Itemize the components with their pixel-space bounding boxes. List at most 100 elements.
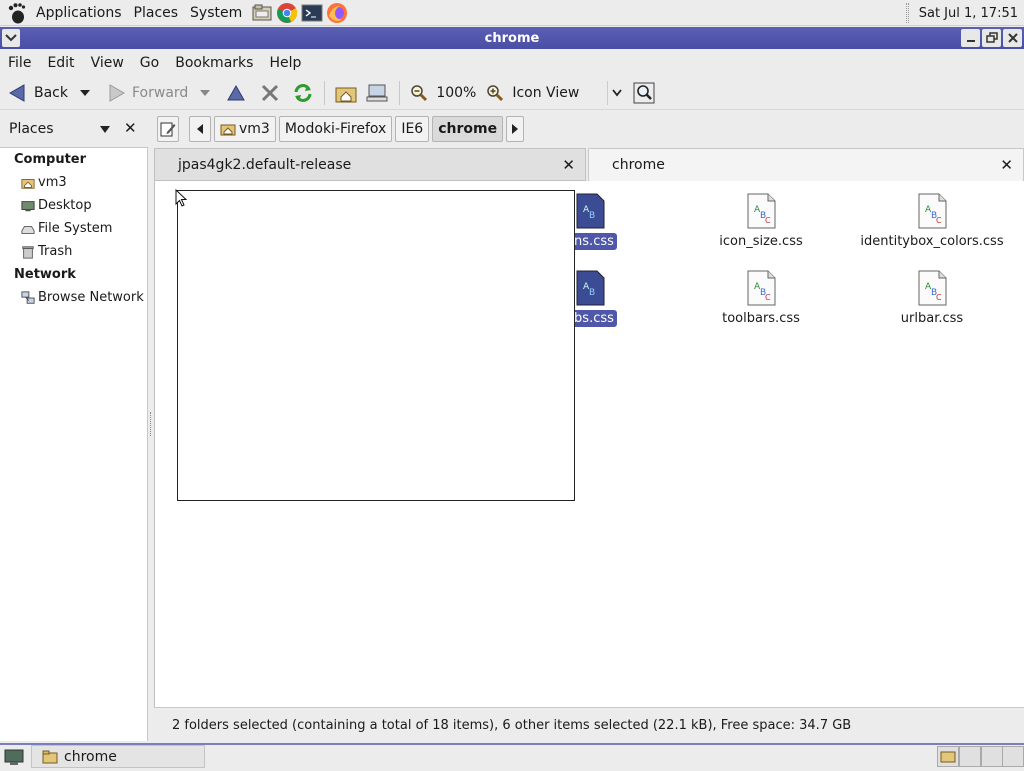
close-window-button[interactable] (1003, 29, 1022, 47)
bottom-panel: chrome (0, 743, 1024, 768)
applications-menu[interactable]: Applications (30, 0, 128, 26)
firefox-launcher-icon[interactable] (326, 2, 348, 24)
menubar: File Edit View Go Bookmarks Help (0, 50, 1024, 76)
tab-right-pane[interactable]: chrome ✕ (588, 148, 1024, 181)
breadcrumb-chrome[interactable]: chrome (432, 116, 504, 142)
file-item[interactable]: ABC toolbars.css (681, 269, 841, 327)
menu-edit[interactable]: Edit (39, 50, 82, 76)
taskbar-button-label: chrome (64, 748, 117, 765)
desktop-icon (21, 200, 35, 211)
file-item[interactable]: ABC icon_size.css (681, 192, 841, 250)
right-pane-view[interactable] (587, 181, 1024, 707)
breadcrumb-modoki-firefox[interactable]: Modoki-Firefox (278, 116, 393, 142)
system-menu[interactable]: System (184, 0, 248, 26)
file-item[interactable]: ABC urlbar.css (852, 269, 1012, 327)
sidebar-item-vm3[interactable]: vm3 (0, 171, 147, 194)
gnome-foot-icon[interactable] (4, 0, 30, 26)
svg-text:C: C (936, 216, 942, 225)
forward-label: Forward (132, 85, 189, 101)
sidebar-item-label: vm3 (38, 175, 67, 190)
drive-icon (21, 225, 35, 234)
sidebar-item-desktop[interactable]: Desktop (0, 194, 147, 217)
zoom-in-button[interactable] (482, 78, 508, 108)
file-name: identitybox_colors.css (860, 234, 1004, 249)
sidebar-type-dropdown[interactable] (100, 126, 110, 133)
svg-text:C: C (936, 293, 942, 302)
breadcrumb-scroll-right[interactable] (506, 116, 525, 142)
taskbar-button-chrome[interactable]: chrome (31, 745, 205, 768)
close-sidebar-button[interactable]: ✕ (124, 119, 137, 137)
menu-view[interactable]: View (83, 50, 132, 76)
network-icon (21, 290, 35, 304)
back-history-dropdown[interactable] (80, 90, 90, 96)
maximize-button[interactable] (982, 29, 1001, 47)
home-button[interactable] (331, 78, 361, 108)
svg-text:B: B (589, 288, 595, 298)
clock[interactable]: Sat Jul 1, 17:51 (919, 6, 1024, 21)
menu-go[interactable]: Go (132, 50, 167, 76)
sidebar-heading-network: Network (14, 267, 76, 282)
terminal-launcher-icon[interactable] (301, 2, 323, 24)
sidebar-item-browse-network[interactable]: Browse Network (0, 286, 147, 309)
trash-icon (22, 245, 34, 259)
menu-bookmarks[interactable]: Bookmarks (167, 50, 261, 76)
location-bar: Places ✕ vm3 Modoki-Firefox IE6 chrome (0, 112, 1024, 146)
close-tab-button[interactable]: ✕ (1000, 156, 1013, 174)
workspace-2[interactable] (959, 746, 981, 767)
css-file-icon: ABC (747, 193, 776, 229)
reload-button[interactable] (288, 78, 318, 108)
file-item[interactable]: ABC identitybox_colors.css (852, 192, 1012, 250)
minimize-button[interactable] (961, 29, 980, 47)
show-desktop-icon[interactable] (3, 747, 25, 771)
svg-text:C: C (765, 216, 771, 225)
close-tab-button[interactable]: ✕ (562, 156, 575, 174)
breadcrumb-ie6[interactable]: IE6 (395, 116, 430, 142)
status-text: 2 folders selected (containing a total o… (172, 717, 852, 733)
up-arrow-icon (227, 84, 246, 101)
stop-button[interactable] (256, 78, 284, 108)
toggle-location-entry-button[interactable] (157, 116, 179, 142)
css-file-icon: AB (576, 270, 605, 306)
back-button[interactable]: Back (4, 78, 72, 108)
view-mode-dropdown[interactable] (607, 81, 623, 105)
sidebar-item-file-system[interactable]: File System (0, 217, 147, 240)
folder-icon (42, 750, 58, 763)
workspace-3[interactable] (981, 746, 1003, 767)
chevron-right-icon (512, 124, 519, 134)
tab-left-pane[interactable]: jpas4gk2.default-release ✕ (154, 148, 586, 181)
places-menu[interactable]: Places (128, 0, 185, 26)
view-mode-select[interactable]: Icon View (512, 85, 579, 101)
reload-icon (294, 84, 312, 102)
window-menu-button[interactable] (2, 29, 20, 47)
sidebar-heading-computer: Computer (14, 152, 87, 167)
sidebar-item-trash[interactable]: Trash (0, 240, 147, 263)
panel-separator (905, 3, 909, 23)
search-button[interactable] (629, 78, 659, 108)
window-titlebar[interactable]: chrome (0, 27, 1024, 49)
sidebar-item-label: Browse Network (38, 290, 144, 305)
mouse-cursor-icon (175, 189, 188, 207)
breadcrumb-vm3[interactable]: vm3 (214, 116, 276, 142)
forward-button[interactable]: Forward (102, 78, 192, 108)
zoom-level[interactable]: 100% (436, 85, 476, 101)
chevron-left-icon (197, 124, 203, 134)
menu-file[interactable]: File (0, 50, 39, 76)
zoom-out-button[interactable] (406, 78, 432, 108)
sidebar-item-label: File System (38, 221, 113, 236)
forward-history-dropdown[interactable] (200, 90, 211, 96)
workspace-4[interactable] (1002, 746, 1024, 767)
chrome-launcher-icon[interactable] (276, 2, 298, 24)
home-folder-icon (220, 124, 236, 136)
close-icon (1007, 33, 1018, 43)
workspace-1[interactable] (937, 746, 959, 767)
home-folder-icon (21, 178, 35, 189)
breadcrumb-scroll-left[interactable] (189, 116, 211, 142)
breadcrumb-label: chrome (438, 121, 498, 137)
places-sidebar: Computer vm3 Desktop File System Trash N… (0, 147, 148, 741)
menu-help[interactable]: Help (261, 50, 309, 76)
computer-icon (366, 84, 388, 102)
file-manager-launcher-icon[interactable] (251, 2, 273, 24)
toolbar-separator (399, 81, 401, 105)
computer-button[interactable] (361, 78, 393, 108)
up-button[interactable] (222, 78, 250, 108)
